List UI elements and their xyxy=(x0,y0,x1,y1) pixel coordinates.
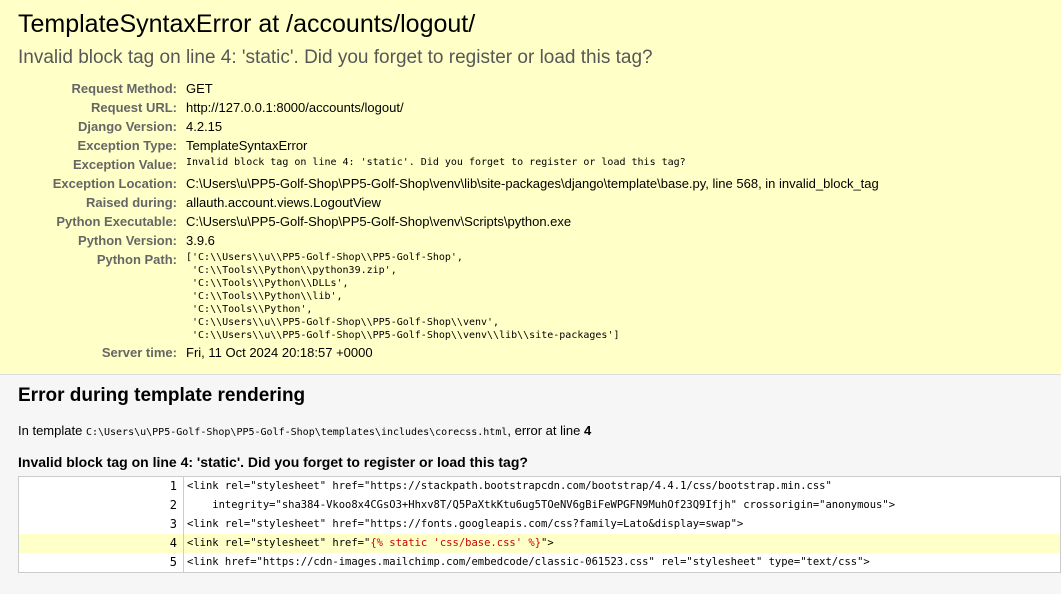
source-line: 5 <link href="https://cdn-images.mailchim… xyxy=(18,553,1061,573)
meta-value: 4.2.15 xyxy=(186,119,223,134)
meta-row-python-path: Python Path: ['C:\\Users\\u\\PP5-Golf-Sho… xyxy=(18,250,879,343)
meta-value: allauth.account.views.LogoutView xyxy=(186,195,381,210)
error-summary: TemplateSyntaxError at /accounts/logout/… xyxy=(0,0,1061,375)
source-line: 3 <link rel="stylesheet" href="https://fo… xyxy=(18,515,1061,534)
meta-label: Exception Type: xyxy=(77,138,177,153)
meta-value: C:\Users\u\PP5-Golf-Shop\PP5-Golf-Shop\v… xyxy=(186,176,879,191)
exception-value: Invalid block tag on line 4: 'static'. D… xyxy=(186,157,686,168)
meta-label: Request Method: xyxy=(71,81,177,96)
line-number: 3 xyxy=(18,515,184,534)
meta-label: Exception Location: xyxy=(52,176,177,191)
line-code: <link rel="stylesheet" href="https://fon… xyxy=(187,518,744,530)
template-in-label: In template xyxy=(18,423,86,438)
line-code-after: "> xyxy=(541,537,554,549)
line-code: integrity="sha384-Vkoo8x4CGsO3+Hhxv8T/Q5… xyxy=(187,499,896,511)
line-code-before: <link rel="stylesheet" href=" xyxy=(187,537,371,549)
template-error-at-label: , error at line xyxy=(507,423,584,438)
template-path: C:\Users\u\PP5-Golf-Shop\PP5-Golf-Shop\t… xyxy=(85,427,508,438)
meta-row-exception-type: Exception Type: TemplateSyntaxError xyxy=(18,136,879,155)
meta-value: TemplateSyntaxError xyxy=(186,138,308,153)
meta-label: Python Path: xyxy=(96,252,177,267)
template-error-line: 4 xyxy=(583,423,592,438)
meta-row-django-version: Django Version: 4.2.15 xyxy=(18,117,879,136)
request-meta-table: Request Method: GET Request URL: http://12… xyxy=(18,79,879,362)
meta-value: 3.9.6 xyxy=(186,233,215,248)
source-line: 2 integrity="sha384-Vkoo8x4CGsO3+Hhxv8T/… xyxy=(18,496,1061,515)
line-code: <link rel="stylesheet" href="{% static '… xyxy=(183,534,1061,553)
meta-label: Django Version: xyxy=(78,119,177,134)
meta-label: Python Version: xyxy=(78,233,177,248)
template-error-section: Error during template rendering In templ… xyxy=(0,375,1061,594)
meta-row-server-time: Server time: Fri, 11 Oct 2024 20:18:57 +0… xyxy=(18,343,879,362)
meta-row-request-method: Request Method: GET xyxy=(18,79,879,98)
meta-row-raised-during: Raised during: allauth.account.views.Logo… xyxy=(18,193,879,212)
template-location: In template C:\Users\u\PP5-Golf-Shop\PP5… xyxy=(18,422,1043,441)
meta-label: Server time: xyxy=(101,345,177,360)
exception-subtitle: Invalid block tag on line 4: 'static'. D… xyxy=(18,47,653,68)
meta-value: GET xyxy=(186,81,213,96)
meta-value: ['C:\\Users\\u\\PP5-Golf-Shop\\PP5-Golf-… xyxy=(186,250,879,343)
meta-row-python-version: Python Version: 3.9.6 xyxy=(18,231,879,250)
meta-row-exception-location: Exception Location: C:\Users\u\PP5-Golf-S… xyxy=(18,174,879,193)
source-line: 1 <link rel="stylesheet" href="https://st… xyxy=(18,476,1061,496)
meta-value: Invalid block tag on line 4: 'static'. D… xyxy=(186,155,879,174)
line-number: 2 xyxy=(18,496,184,515)
meta-label: Request URL: xyxy=(91,100,177,115)
line-code: <link href="https://cdn-images.mailchimp… xyxy=(187,556,870,568)
meta-label: Raised during: xyxy=(85,195,177,210)
python-path-list: ['C:\\Users\\u\\PP5-Golf-Shop\\PP5-Golf-… xyxy=(186,252,620,341)
meta-row-python-executable: Python Executable: C:\Users\u\PP5-Golf-Sh… xyxy=(18,212,879,231)
meta-label: Exception Value: xyxy=(72,157,177,172)
source-line-error: 4 <link rel="stylesheet" href="{% static … xyxy=(18,534,1061,553)
line-number: 1 xyxy=(18,476,184,496)
error-token: {% static 'css/base.css' %} xyxy=(370,537,542,549)
line-number: 4 xyxy=(18,534,184,553)
meta-value: http://127.0.0.1:8000/accounts/logout/ xyxy=(186,100,404,115)
line-code: <link rel="stylesheet" href="https://sta… xyxy=(187,480,832,492)
meta-value: Fri, 11 Oct 2024 20:18:57 +0000 xyxy=(186,345,373,360)
template-error-message: Invalid block tag on line 4: 'static'. D… xyxy=(18,454,528,470)
source-code-table: 1 <link rel="stylesheet" href="https://st… xyxy=(18,476,1061,573)
line-number: 5 xyxy=(18,553,184,573)
meta-value: C:\Users\u\PP5-Golf-Shop\PP5-Golf-Shop\v… xyxy=(186,214,572,229)
meta-label: Python Executable: xyxy=(56,214,177,229)
template-error-heading: Error during template rendering xyxy=(18,385,306,406)
meta-row-exception-value: Exception Value: Invalid block tag on lin… xyxy=(18,155,879,174)
meta-row-request-url: Request URL: http://127.0.0.1:8000/accoun… xyxy=(18,98,879,117)
page-title: TemplateSyntaxError at /accounts/logout/ xyxy=(18,10,476,38)
